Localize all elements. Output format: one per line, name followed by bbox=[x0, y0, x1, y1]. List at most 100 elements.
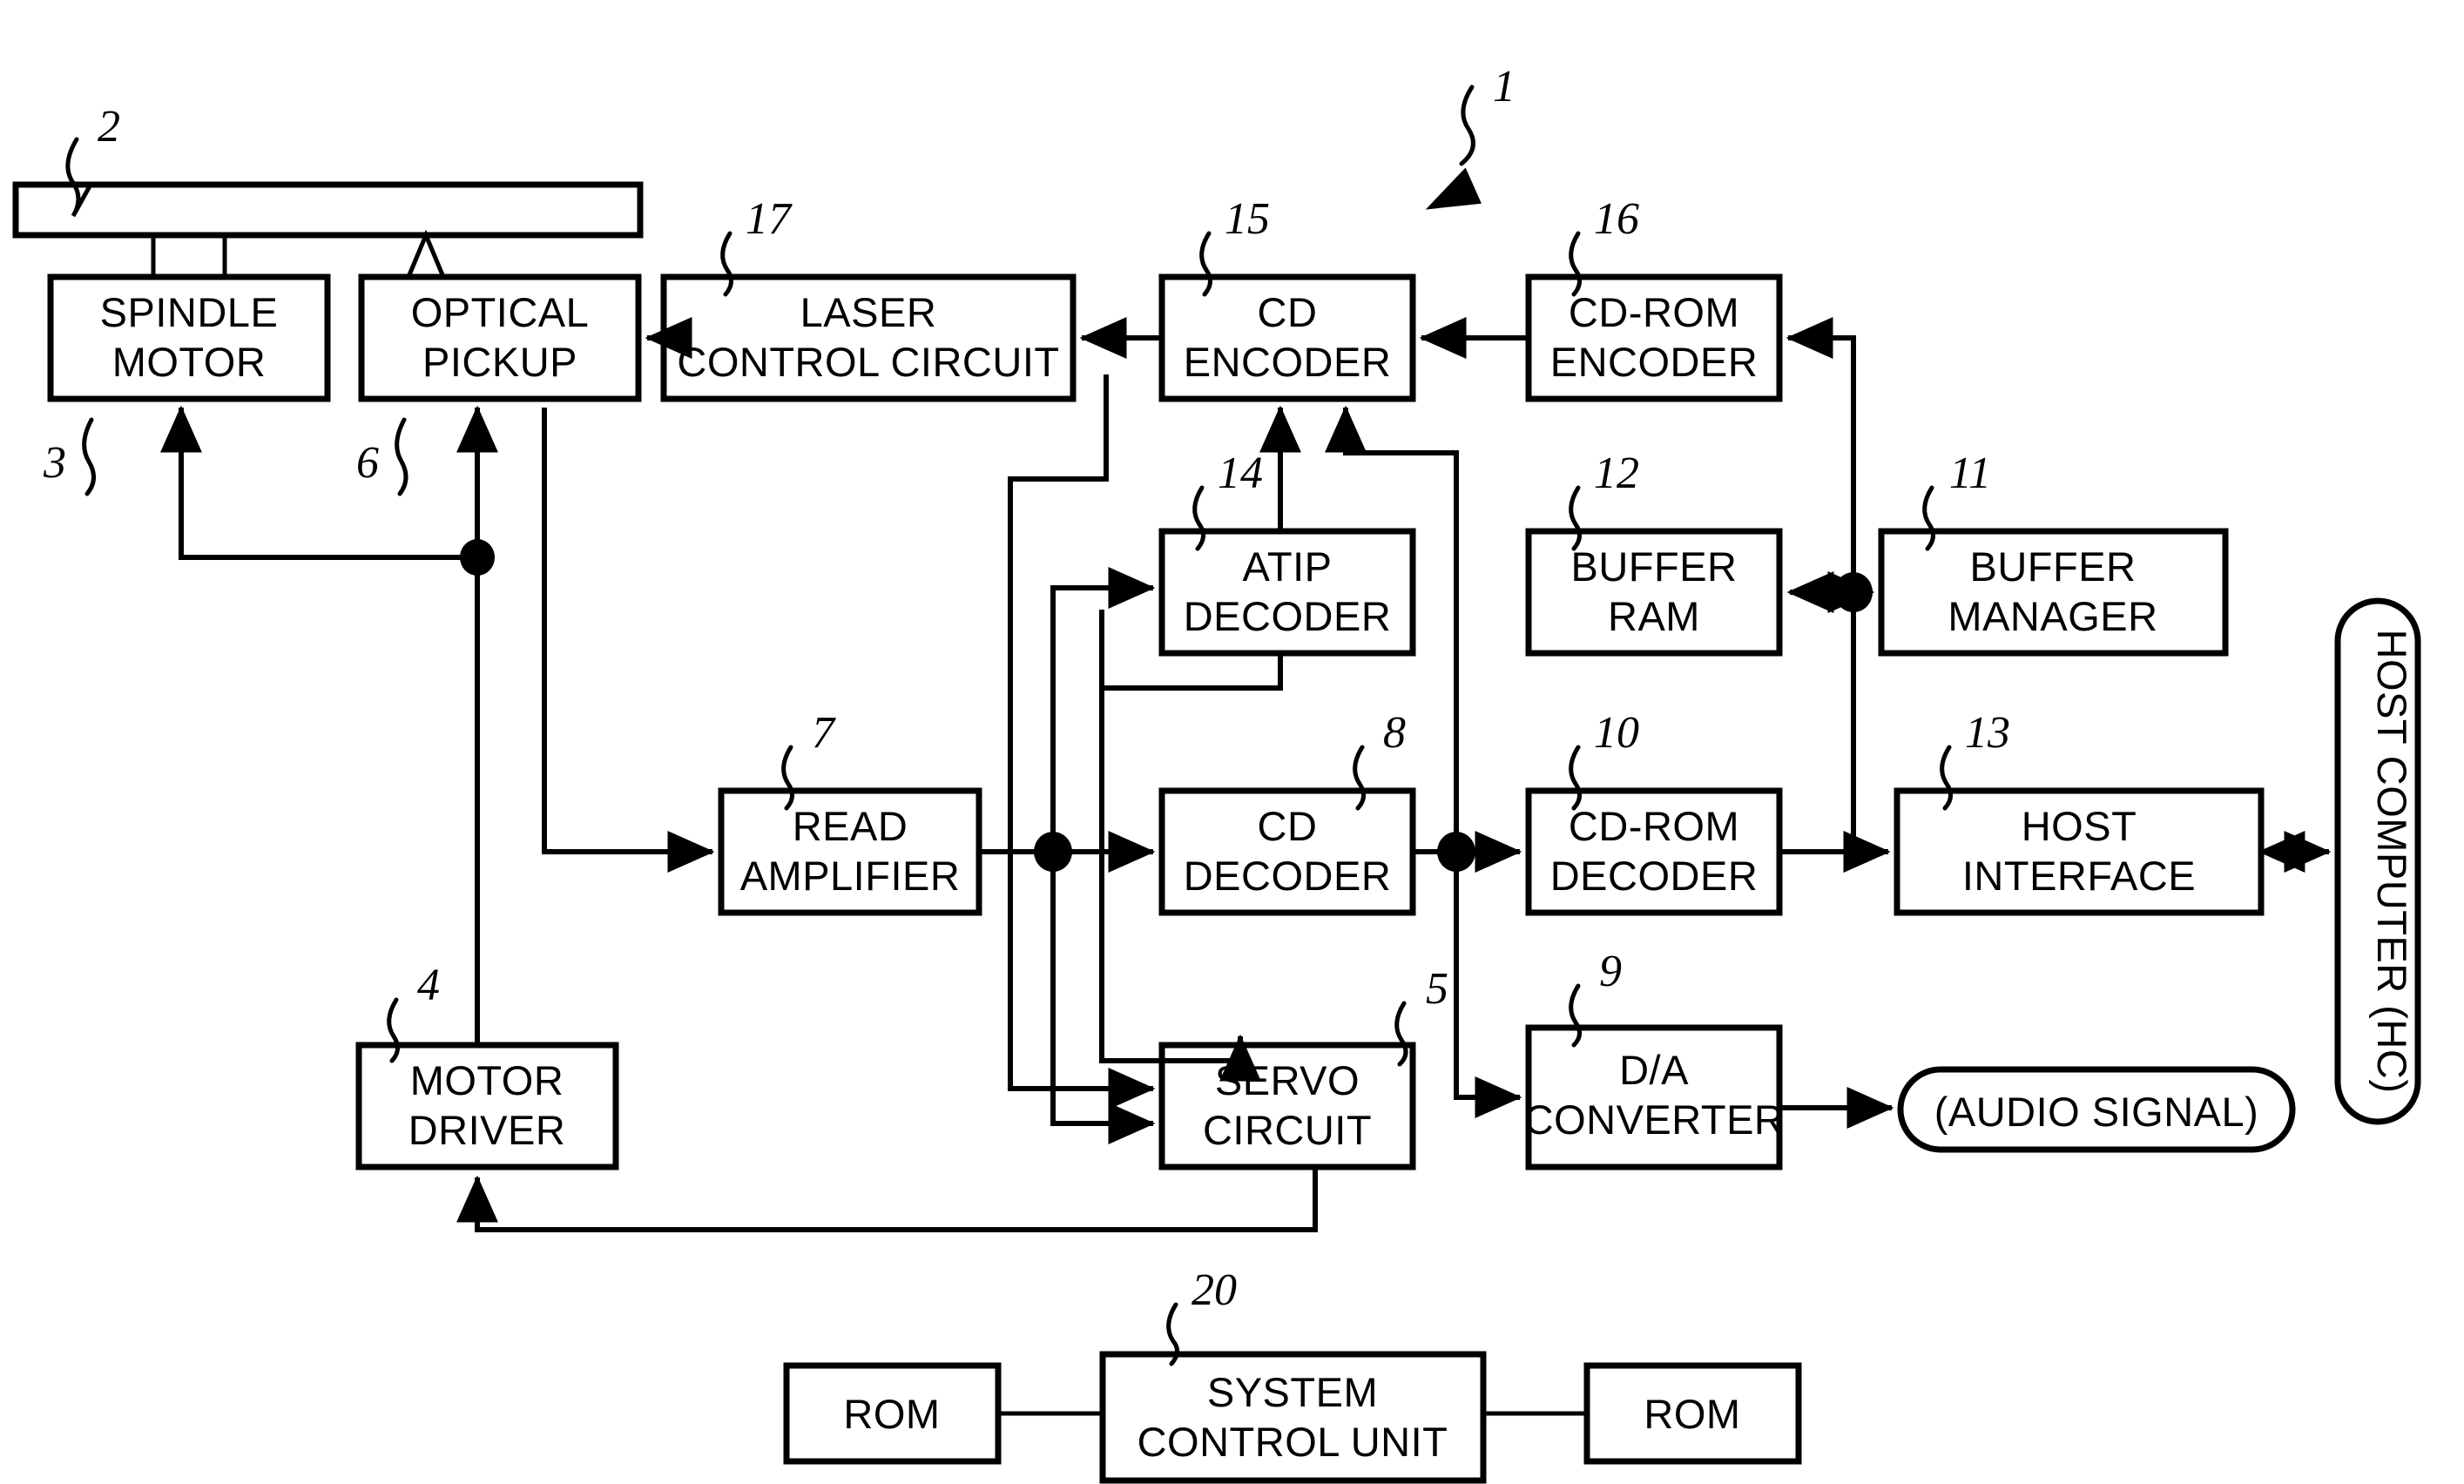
cd-decoder-block: CD DECODER bbox=[1158, 787, 1416, 916]
leader-14 bbox=[1192, 485, 1205, 551]
leader-5 bbox=[1394, 1001, 1408, 1067]
cd-decoder-label-line1: CD bbox=[1258, 803, 1318, 849]
ref-number-16: 16 bbox=[1594, 194, 1639, 244]
servo-circuit-label-line2: CIRCUIT bbox=[1203, 1107, 1372, 1153]
cdrom-encoder-label-line1: CD-ROM bbox=[1569, 289, 1739, 335]
ref-number-13: 13 bbox=[1965, 708, 2010, 758]
buffer-manager-label-line1: BUFFER bbox=[1970, 543, 2137, 590]
connection-lines bbox=[151, 229, 2332, 1416]
leader-6 bbox=[395, 417, 408, 496]
leader-3 bbox=[82, 417, 96, 496]
cdrom-decoder-label-line2: DECODER bbox=[1550, 853, 1759, 899]
disc-block bbox=[12, 181, 644, 239]
conn-opticalpickup-readamplifier bbox=[542, 408, 715, 873]
laser-control-label-line2: CONTROL CIRCUIT bbox=[677, 339, 1059, 385]
ref-number-4: 4 bbox=[417, 961, 440, 1010]
leader-15 bbox=[1199, 231, 1212, 297]
spindle-motor-label-line2: MOTOR bbox=[112, 339, 267, 385]
optical-pickup-label-line2: PICKUP bbox=[422, 339, 577, 385]
ref-number-17: 17 bbox=[746, 194, 793, 244]
leader-17 bbox=[720, 231, 733, 297]
laser-control-label-line1: LASER bbox=[800, 289, 937, 335]
system-control-label-line2: CONTROL UNIT bbox=[1137, 1419, 1448, 1465]
leader-1 bbox=[1459, 84, 1475, 166]
host-interface-label-line2: INTERFACE bbox=[1962, 853, 2196, 899]
ref-number-10: 10 bbox=[1594, 708, 1639, 758]
ref-number-5: 5 bbox=[1426, 964, 1448, 1014]
block-diagram-canvas: SPINDLE MOTOR OPTICAL PICKUP LASER CONTR… bbox=[0, 0, 2464, 1484]
system-control-label-line1: SYSTEM bbox=[1207, 1369, 1378, 1415]
atip-decoder-label-line1: ATIP bbox=[1243, 543, 1333, 590]
cdrom-encoder-label-line2: ENCODER bbox=[1550, 339, 1759, 385]
cdrom-decoder-block: CD-ROM DECODER bbox=[1525, 787, 1783, 916]
conn-servocircuit-motordriver bbox=[456, 1167, 1318, 1232]
ref-number-7: 7 bbox=[812, 708, 836, 758]
cdrom-encoder-block: CD-ROM ENCODER bbox=[1525, 273, 1783, 402]
rom-right-label: ROM bbox=[1644, 1391, 1740, 1437]
host-computer-terminal: HOST COMPUTER (HC) bbox=[2334, 597, 2421, 1125]
read-amplifier-label-line1: READ bbox=[793, 803, 908, 849]
cd-encoder-label-line2: ENCODER bbox=[1184, 339, 1392, 385]
leader-2 bbox=[65, 137, 93, 218]
motor-driver-label-line1: MOTOR bbox=[410, 1057, 564, 1103]
ref-number-11: 11 bbox=[1949, 449, 1991, 498]
conn-motordriver-spindlemotor bbox=[160, 405, 477, 560]
leader-8 bbox=[1353, 745, 1366, 811]
motor-driver-label-line2: DRIVER bbox=[408, 1107, 566, 1153]
ref-number-6: 6 bbox=[356, 438, 379, 488]
rom-left-label: ROM bbox=[843, 1391, 940, 1437]
da-converter-block: D/A CONVERTER bbox=[1524, 1024, 1785, 1170]
atip-decoder-label-line2: DECODER bbox=[1184, 593, 1392, 639]
spindle-motor-block: SPINDLE MOTOR bbox=[47, 273, 331, 402]
cd-decoder-label-line2: DECODER bbox=[1184, 853, 1392, 899]
ref-number-2: 2 bbox=[98, 102, 120, 152]
read-amplifier-label-line2: AMPLIFIER bbox=[740, 853, 961, 899]
leader-11 bbox=[1922, 485, 1935, 551]
host-interface-block: HOST INTERFACE bbox=[1894, 787, 2265, 916]
motor-driver-block: MOTOR DRIVER bbox=[355, 1042, 619, 1170]
optical-pickup-label-line1: OPTICAL bbox=[411, 289, 590, 335]
cdrom-decoder-label-line1: CD-ROM bbox=[1569, 803, 1739, 849]
conn-cddecoder-daconverter bbox=[1454, 852, 1522, 1118]
da-converter-label-line1: D/A bbox=[1619, 1047, 1689, 1093]
host-interface-label-line1: HOST bbox=[2022, 803, 2137, 849]
leader-10 bbox=[1569, 745, 1582, 811]
leader-16 bbox=[1569, 231, 1582, 297]
conn-disc-pickup-v bbox=[406, 229, 446, 278]
cd-encoder-label-line1: CD bbox=[1258, 289, 1318, 335]
leader-12 bbox=[1569, 485, 1582, 551]
ref-number-12: 12 bbox=[1594, 449, 1639, 498]
leader-7 bbox=[781, 745, 794, 811]
rom-right-block: ROM bbox=[1583, 1362, 1802, 1465]
ref-number-20: 20 bbox=[1191, 1265, 1237, 1315]
leader-9 bbox=[1569, 983, 1582, 1048]
audio-signal-terminal: (AUDIO SIGNAL) bbox=[1897, 1066, 2296, 1153]
conn-cddecoder-servocircuit bbox=[1099, 610, 1261, 1082]
host-computer-label: HOST COMPUTER (HC) bbox=[2369, 630, 2415, 1094]
read-amplifier-block: READ AMPLIFIER bbox=[718, 787, 982, 916]
buffer-manager-label-line2: MANAGER bbox=[1948, 593, 2157, 639]
ref-number-1: 1 bbox=[1493, 62, 1516, 111]
servo-circuit-label-line1: SERVO bbox=[1215, 1057, 1360, 1103]
ref-number-14: 14 bbox=[1218, 449, 1263, 498]
leader-4 bbox=[387, 997, 400, 1063]
conn-atipdecoder-bus bbox=[1102, 653, 1283, 691]
system-control-unit-block: SYSTEM CONTROL UNIT bbox=[1099, 1351, 1487, 1484]
buffer-ram-block: BUFFER RAM bbox=[1525, 528, 1783, 657]
ref-number-15: 15 bbox=[1225, 194, 1270, 244]
da-converter-label-line2: CONVERTER bbox=[1524, 1096, 1785, 1143]
conn-buffermanager-cdromencoder bbox=[1786, 317, 1856, 592]
ref-number-8: 8 bbox=[1383, 708, 1406, 758]
spindle-motor-label-line1: SPINDLE bbox=[100, 289, 279, 335]
optical-pickup-block: OPTICAL PICKUP bbox=[358, 273, 642, 402]
conn-cdencoder-servocircuit-feedback bbox=[1008, 374, 1156, 1110]
rom-left-block: ROM bbox=[783, 1362, 1002, 1465]
leader-13 bbox=[1940, 745, 1953, 811]
cd-encoder-block: CD ENCODER bbox=[1158, 273, 1416, 402]
buffer-ram-label-line1: BUFFER bbox=[1571, 543, 1738, 590]
leader-1-arrowhead bbox=[1425, 167, 1482, 210]
buffer-manager-block: BUFFER MANAGER bbox=[1878, 528, 2229, 657]
audio-signal-label: (AUDIO SIGNAL) bbox=[1934, 1089, 2259, 1135]
ref-number-3: 3 bbox=[43, 438, 66, 488]
buffer-ram-label-line2: RAM bbox=[1608, 593, 1700, 639]
